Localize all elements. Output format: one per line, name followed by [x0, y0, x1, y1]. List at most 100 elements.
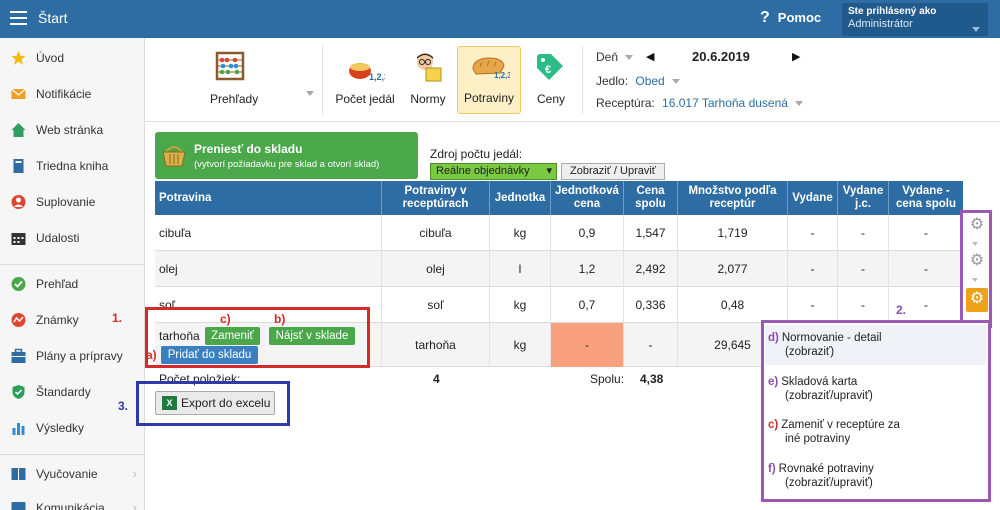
next-day-arrow[interactable]: ▶	[792, 50, 800, 63]
cell: l	[490, 251, 551, 287]
shield-icon	[12, 385, 25, 399]
app-title[interactable]: Štart	[38, 10, 68, 26]
annotation-box-1	[145, 307, 370, 368]
sidebar-item-uvod[interactable]: Úvod	[0, 40, 145, 76]
col-vydane[interactable]: Vydane	[788, 181, 838, 215]
sidebar-item-triedna-kniha[interactable]: Triedna kniha	[0, 148, 145, 184]
jedlo-value: Obed	[635, 74, 665, 88]
pocet-jedal-label: Počet jedál	[335, 92, 395, 106]
chevron-right-icon: ›	[132, 466, 137, 481]
cell: kg	[490, 215, 551, 251]
sidebar-item-label: Vyučovanie	[36, 467, 98, 481]
annotation-3: 3.	[118, 399, 129, 413]
col-potraviny-v-recepturach[interactable]: Potraviny v receptúrach	[382, 181, 490, 215]
help-link[interactable]: ? Pomoc	[760, 9, 821, 27]
cell: 2,077	[678, 251, 788, 287]
sidebar-item-udalosti[interactable]: Udalosti	[0, 220, 145, 256]
sidebar-item-label: Triedna kniha	[36, 159, 109, 173]
annotation-box-2	[960, 210, 992, 328]
sidebar: Úvod Notifikácie Web stránka Triedna kni…	[0, 38, 145, 510]
sidebar-item-label: Štandardy	[36, 385, 91, 399]
cell: 1,719	[678, 215, 788, 251]
cell: -	[924, 262, 928, 276]
cell: 0,9	[551, 215, 624, 251]
svg-text:1,2,3: 1,2,3	[369, 72, 385, 82]
cell: -	[924, 226, 928, 240]
cell: kg	[490, 287, 551, 323]
sidebar-item-suplovanie[interactable]: Suplovanie	[0, 184, 145, 220]
cell: olej	[382, 251, 490, 287]
bread-icon: 1,2,3	[472, 57, 510, 79]
jedlo-filter[interactable]: Jedlo: Obed	[596, 74, 681, 88]
chevron-down-icon	[795, 101, 804, 107]
sidebar-item-vysledky[interactable]: Výsledky	[0, 410, 145, 446]
annotation-box-menu	[761, 320, 991, 502]
col-vydane-cena-spolu[interactable]: Vydane - cena spolu	[889, 181, 963, 215]
basket-icon	[162, 146, 186, 167]
toolbar-divider	[322, 46, 323, 114]
hamburger-icon[interactable]	[10, 11, 27, 25]
prev-day-arrow[interactable]: ◀	[646, 50, 654, 63]
chevron-down-icon	[972, 27, 980, 32]
sidebar-item-plany[interactable]: Plány a prípravy	[0, 338, 145, 374]
sidebar-item-znamky[interactable]: Známky	[0, 302, 145, 338]
cell: 0,48	[678, 287, 788, 323]
den-label: Deň	[596, 50, 619, 64]
cell: cibuľa	[382, 215, 490, 251]
sidebar-item-label: Známky	[36, 313, 79, 327]
sidebar-item-label: Komunikácia	[36, 501, 105, 510]
ceny-button[interactable]: € Ceny	[526, 46, 576, 114]
sidebar-item-label: Udalosti	[36, 231, 80, 245]
transfer-title: Preniesť do skladu	[194, 142, 303, 156]
sidebar-item-prehlad[interactable]: Prehľad	[0, 266, 145, 302]
price-tag-icon: €	[537, 54, 563, 80]
cell: -	[788, 287, 838, 323]
sidebar-item-web[interactable]: Web stránka	[0, 112, 145, 148]
show-edit-button[interactable]: Zobraziť / Upraviť	[561, 163, 665, 180]
annotation-b: b)	[274, 312, 286, 326]
source-select[interactable]: Reálne objednávky ▾	[430, 163, 557, 180]
transfer-to-warehouse-button[interactable]: Preniesť do skladu (vytvorí požiadavku p…	[155, 132, 418, 179]
user-name: Administrátor	[848, 18, 913, 30]
cell: cibuľa	[155, 215, 382, 251]
sidebar-item-vyucovanie[interactable]: Vyučovanie ›	[0, 456, 145, 492]
sidebar-item-notifikacie[interactable]: Notifikácie	[0, 76, 145, 112]
col-vydane-jc[interactable]: Vydane j.c.	[838, 181, 889, 215]
person-reading-icon	[417, 53, 442, 82]
sidebar-divider	[0, 454, 145, 455]
col-mnozstvo[interactable]: Množstvo podľa receptúr	[678, 181, 788, 215]
prehlady-label: Prehľady	[210, 92, 259, 106]
prehlady-button[interactable]: Prehľady	[186, 46, 316, 114]
sidebar-item-label: Úvod	[36, 51, 65, 65]
col-potravina[interactable]: Potravina	[155, 181, 382, 215]
cell: 2,492	[624, 251, 678, 287]
sidebar-item-label: Notifikácie	[36, 87, 92, 101]
normy-button[interactable]: Normy	[404, 46, 452, 114]
annotation-1: 1.	[112, 311, 123, 325]
ceny-label: Ceny	[536, 92, 565, 106]
total-value: 4,38	[640, 372, 664, 386]
receptura-label: Receptúra:	[596, 96, 655, 110]
jedlo-label: Jedlo:	[596, 74, 629, 88]
chat-icon	[11, 502, 26, 510]
sidebar-item-komunikacia[interactable]: Komunikácia ›	[0, 490, 145, 510]
calendar-icon	[11, 233, 26, 245]
date-display: 20.6.2019	[692, 49, 750, 64]
potraviny-button[interactable]: 1,2,3 Potraviny	[457, 46, 521, 114]
help-label: Pomoc	[777, 10, 822, 25]
chevron-right-icon: ›	[132, 500, 137, 510]
top-bar: Štart ? Pomoc Ste prihlásený ako Administ…	[0, 0, 1000, 38]
receptura-filter[interactable]: Receptúra: 16.017 Tarhoňa dusená	[596, 96, 804, 110]
col-jednotkova-cena[interactable]: Jednotková cena	[551, 181, 624, 215]
col-cena-spolu[interactable]: Cena spolu	[624, 181, 678, 215]
col-jednotka[interactable]: Jednotka	[490, 181, 551, 215]
home-icon	[11, 123, 26, 137]
den-filter[interactable]: Deň	[596, 50, 634, 64]
chevron-down-icon	[625, 55, 634, 61]
user-menu[interactable]: Ste prihlásený ako Administrátor	[842, 3, 988, 36]
app-root: Štart ? Pomoc Ste prihlásený ako Administ…	[0, 0, 1000, 510]
cell: -	[838, 287, 889, 323]
potraviny-label: Potraviny	[463, 91, 515, 105]
normy-label: Normy	[410, 92, 446, 106]
pocet-jedal-button[interactable]: 1,2,3 Počet jedál	[330, 46, 400, 114]
